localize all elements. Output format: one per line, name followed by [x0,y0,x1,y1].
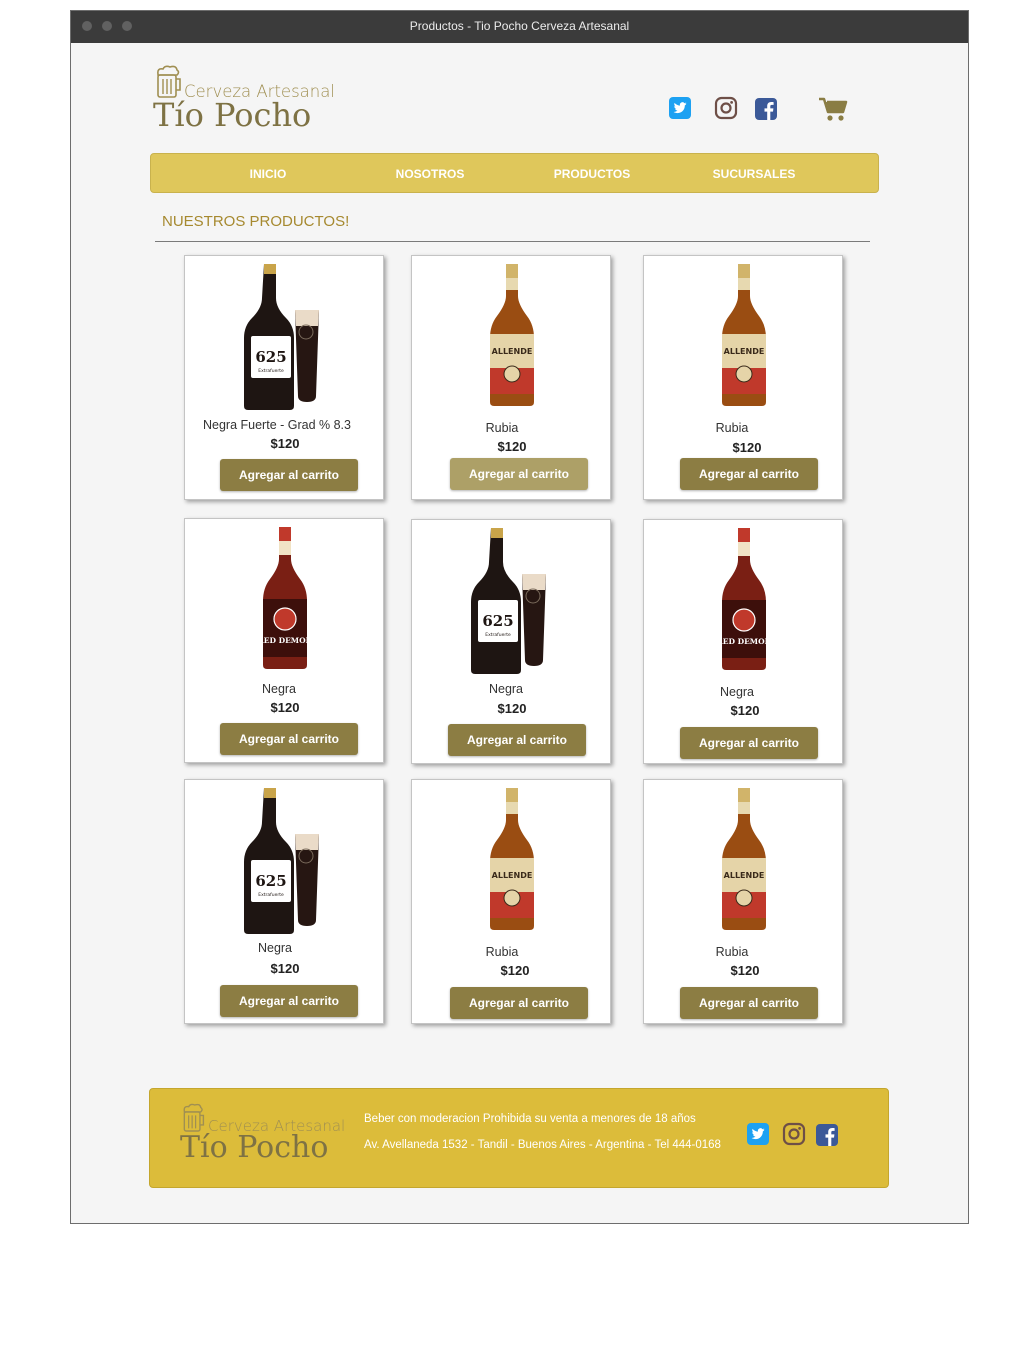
product-image [644,262,844,410]
footer-address: Av. Avellaneda 1532 - Tandil - Buenos Ai… [364,1139,721,1151]
brand-logo[interactable]: Cerveza Artesanal Tío Pocho [153,65,343,135]
site-footer: Cerveza Artesanal Tío Pocho Beber con mo… [149,1088,889,1188]
product-image [412,262,612,410]
footer-disclaimer: Beber con moderacion Prohibida su venta … [364,1113,696,1125]
product-image [412,786,612,934]
product-image [644,526,844,674]
product-name: Rubia [485,945,519,959]
cart-icon[interactable] [818,96,848,122]
instagram-icon[interactable] [782,1122,806,1146]
window-title: Productos - Tio Pocho Cerveza Artesanal [409,19,630,33]
add-to-cart-button[interactable]: Agregar al carrito [680,458,818,490]
window-titlebar: Productos - Tio Pocho Cerveza Artesanal [71,11,968,43]
add-to-cart-button[interactable]: Agregar al carrito [448,724,586,756]
facebook-icon[interactable] [754,97,778,121]
product-card: Rubia $120 Agregar al carrito [643,779,843,1024]
brand-name: Tío Pocho [153,96,312,134]
twitter-icon[interactable] [746,1122,770,1146]
product-name: Negra Fuerte - Grad % 8.3 [203,418,351,432]
product-price: $120 [270,436,300,451]
add-to-cart-button[interactable]: Agregar al carrito [220,723,358,755]
product-name: Negra [257,941,293,955]
window-minimize-button[interactable] [102,21,112,31]
product-price: $120 [497,701,527,716]
product-price: $120 [270,700,300,715]
product-name: Negra [488,682,524,696]
product-name: Rubia [715,945,749,959]
twitter-icon[interactable] [668,96,692,120]
facebook-icon[interactable] [815,1123,839,1147]
nav-item-inicio[interactable]: INICIO [198,154,338,194]
product-image [185,525,385,673]
add-to-cart-button[interactable]: Agregar al carrito [680,727,818,759]
product-name: Rubia [485,421,519,435]
product-card: Rubia $120 Agregar al carrito [411,255,611,500]
section-title: NUESTROS PRODUCTOS! [162,213,350,230]
product-card: Negra $120 Agregar al carrito [643,519,843,764]
product-name: Negra [261,682,297,696]
add-to-cart-button[interactable]: Agregar al carrito [220,985,358,1017]
product-price: $120 [732,440,762,455]
nav-item-productos[interactable]: PRODUCTOS [522,154,662,194]
product-name: Rubia [715,421,749,435]
window-close-button[interactable] [82,21,92,31]
add-to-cart-button[interactable]: Agregar al carrito [220,459,358,491]
browser-window: Productos - Tio Pocho Cerveza Artesanal … [70,10,969,1224]
product-price: $120 [500,963,530,978]
product-price: $120 [730,703,760,718]
add-to-cart-button[interactable]: Agregar al carrito [450,987,588,1019]
product-image [644,786,844,934]
product-card: Negra Fuerte - Grad % 8.3 $120 Agregar a… [184,255,384,500]
instagram-icon[interactable] [714,96,738,120]
footer-brand-logo[interactable]: Cerveza Artesanal Tío Pocho [180,1103,355,1169]
product-image [185,262,385,410]
product-card: Negra $120 Agregar al carrito [184,779,384,1024]
section-divider [155,241,870,242]
product-image [185,786,385,934]
product-name: Negra [719,685,755,699]
nav-item-sucursales[interactable]: SUCURSALES [684,154,824,194]
product-image [412,526,612,674]
add-to-cart-button[interactable]: Agregar al carrito [450,458,588,490]
product-price: $120 [270,961,300,976]
product-card: Rubia $120 Agregar al carrito [411,779,611,1024]
main-nav: INICIO NOSOTROS PRODUCTOS SUCURSALES [150,153,879,193]
window-maximize-button[interactable] [122,21,132,31]
footer-brand-name: Tío Pocho [180,1130,329,1165]
product-card: Rubia $120 Agregar al carrito [643,255,843,500]
beer-mug-icon [153,65,183,99]
product-price: $120 [730,963,760,978]
product-price: $120 [497,439,527,454]
add-to-cart-button[interactable]: Agregar al carrito [680,987,818,1019]
product-card: Negra $120 Agregar al carrito [411,519,611,764]
product-card: Negra $120 Agregar al carrito [184,518,384,763]
nav-item-nosotros[interactable]: NOSOTROS [360,154,500,194]
beer-mug-icon [180,1103,206,1133]
